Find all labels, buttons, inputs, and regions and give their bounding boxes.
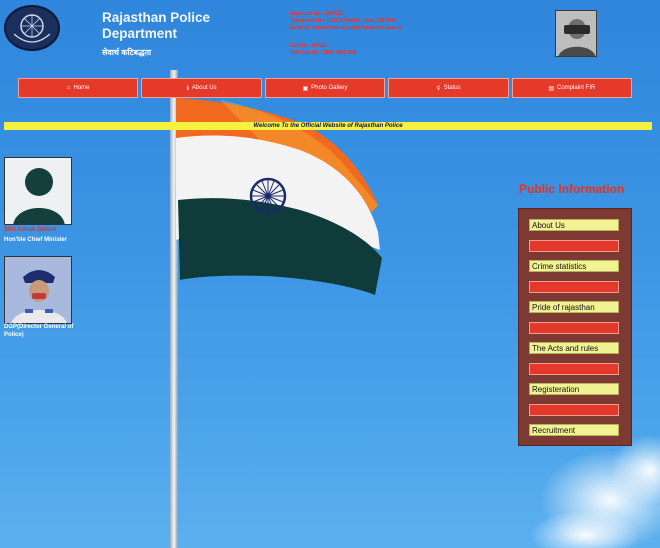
search-icon: ⚲	[436, 85, 441, 92]
public-information-panel: About Us Important Information Crime sta…	[518, 208, 632, 446]
cm-name[interactable]: Shri Ashok Gehlot	[4, 227, 56, 233]
pi-pride-of-rajasthan[interactable]: Pride of rajasthan	[529, 301, 619, 313]
nav-complaint-fir[interactable]: ▤ Complaint FIR	[511, 78, 633, 98]
department-title: Rajasthan Police Department	[102, 10, 211, 41]
header-portrait-image	[555, 10, 597, 57]
person-silhouette-icon	[5, 158, 71, 224]
pi-rti[interactable]: RTI	[529, 321, 619, 334]
pi-crime-statistics[interactable]: Crime statistics	[529, 260, 619, 272]
fax-text: Fax No.: 100111	[290, 43, 328, 49]
pi-acts-and-rules[interactable]: The Acts and rules	[529, 342, 619, 354]
police-emblem-icon	[4, 5, 60, 51]
pi-citizen-services[interactable]: Citizen Services	[529, 280, 619, 293]
dgp-role: DGP(Director General of Police)	[4, 324, 74, 338]
pi-notifications[interactable]: Notifications	[529, 403, 619, 416]
dgp-photo	[4, 256, 72, 324]
nav-about-us[interactable]: ℹ About Us	[141, 78, 262, 98]
folder-icon: ▤	[548, 85, 554, 92]
helpline-text: Help Line No.: 100/112	[290, 11, 343, 17]
nav-home[interactable]: ⌂ Home	[18, 78, 139, 98]
nav-photo-gallery-label: Photo Gallery	[311, 85, 348, 91]
pi-important-information[interactable]: Important Information	[529, 239, 619, 252]
nav-home-label: Home	[73, 85, 90, 91]
info-icon: ℹ	[186, 85, 189, 92]
cm-photo	[4, 157, 72, 225]
pi-registeration[interactable]: Registeration	[529, 383, 619, 395]
welcome-marquee: Welcome To the Official Website of Rajas…	[4, 122, 652, 130]
nav-complaint-fir-label: Complaint FIR	[556, 85, 596, 91]
email-text: Email Id: cybercrime-rj@rajasthanpolice.…	[290, 25, 402, 31]
home-icon: ⌂	[66, 85, 71, 91]
nav-status-label: Status	[443, 85, 461, 91]
department-motto: सेवार्थ कटिबद्धता	[102, 48, 152, 57]
nav-photo-gallery[interactable]: ▣ Photo Gallery	[264, 78, 386, 98]
cm-role: Hon'ble Chief Minister	[4, 237, 68, 243]
pi-recruitment[interactable]: Recruitment	[529, 424, 619, 436]
contact-info: Help Line No.: 100/112 Telephone No.: 01…	[290, 11, 470, 57]
pi-about-us[interactable]: About Us	[529, 219, 619, 231]
public-information-title: Public Information	[519, 182, 625, 196]
pi-organisation-structure[interactable]: Organisation Structure	[529, 362, 619, 375]
nav-about-us-label: About Us	[191, 85, 217, 91]
nav-status[interactable]: ⚲ Status	[388, 78, 509, 98]
telephone-text: Telephone No.: 0141-2744000 , 0141-22270…	[290, 18, 396, 24]
main-navigation: ⌂ Home ℹ About Us ▣ Photo Gallery ⚲ Stat…	[18, 78, 633, 98]
tollfree-text: Toll Free No.: 1800 1800 000	[290, 50, 357, 56]
image-icon: ▣	[302, 85, 309, 92]
